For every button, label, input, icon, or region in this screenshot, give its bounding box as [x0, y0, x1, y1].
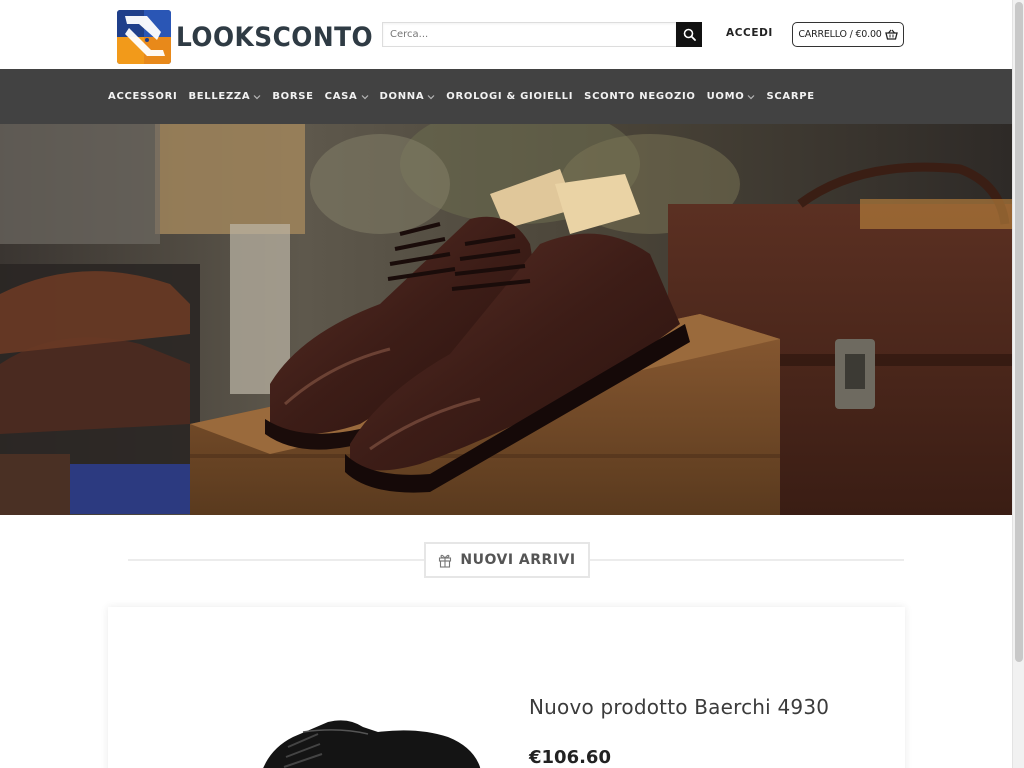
logo-mark — [117, 10, 171, 64]
nav-item-borse[interactable]: BORSE — [272, 91, 313, 102]
chevron-down-icon — [427, 94, 435, 99]
nav-item-uomo[interactable]: UOMO — [707, 91, 756, 102]
search-button[interactable] — [676, 22, 702, 47]
product-shoe-image[interactable] — [248, 712, 488, 768]
nav-item-label: CASA — [324, 91, 358, 102]
hero-shoes-image — [0, 124, 1012, 515]
search-form — [382, 22, 702, 47]
basket-icon — [884, 29, 898, 40]
chevron-down-icon — [361, 94, 368, 99]
chevron-down-icon — [253, 94, 261, 99]
search-icon — [683, 28, 696, 41]
cart-label: CARRELLO / €0.00 — [798, 29, 882, 40]
scrollbar-thumb[interactable] — [1015, 2, 1023, 662]
nav-item-label: ACCESSORI — [108, 91, 178, 102]
product-title[interactable]: Nuovo prodotto Baerchi 4930 — [529, 695, 829, 719]
hero-banner[interactable] — [0, 124, 1012, 515]
logo[interactable]: LOOKSCONTO — [117, 10, 390, 64]
nav-item-label: BELLEZZA — [188, 91, 251, 102]
cart-button[interactable]: CARRELLO / €0.00 — [792, 22, 904, 47]
nav-item-casa[interactable]: CASA — [325, 91, 369, 102]
main-nav: ACCESSORI BELLEZZA BORSE CASA DONNA OROL… — [0, 69, 1012, 124]
nav-item-label: SCARPE — [766, 91, 815, 102]
logo-text: LOOKSCONTO — [176, 21, 374, 53]
search-input[interactable] — [382, 22, 676, 47]
nav-item-orologi-gioielli[interactable]: OROLOGI & GIOIELLI — [446, 91, 573, 102]
nav-item-sconto-negozio[interactable]: SCONTO NEGOZIO — [584, 91, 695, 102]
nav-item-label: OROLOGI & GIOIELLI — [446, 91, 574, 102]
nav-item-bellezza[interactable]: BELLEZZA — [188, 91, 261, 102]
nav-item-label: DONNA — [379, 91, 425, 102]
nav-item-accessori[interactable]: ACCESSORI — [108, 91, 177, 102]
product-price: €106.60 — [529, 747, 611, 768]
gift-icon — [439, 554, 452, 568]
site-header: LOOKSCONTO ACCEDI CARRELLO / €0.00 — [0, 0, 1012, 69]
login-link[interactable]: ACCEDI — [726, 27, 773, 39]
nav-item-scarpe[interactable]: SCARPE — [766, 91, 814, 102]
nav-item-donna[interactable]: DONNA — [380, 91, 436, 102]
section-title-text: NUOVI ARRIVI — [460, 552, 576, 568]
product-card[interactable]: Nuovo prodotto Baerchi 4930 €106.60 — [108, 607, 905, 768]
scrollbar[interactable] — [1012, 0, 1024, 768]
nav-item-label: BORSE — [272, 91, 314, 102]
nav-list: ACCESSORI BELLEZZA BORSE CASA DONNA OROL… — [108, 69, 826, 124]
nav-item-label: UOMO — [706, 91, 745, 102]
section-title: NUOVI ARRIVI — [424, 542, 590, 578]
nav-item-label: SCONTO NEGOZIO — [584, 91, 696, 102]
chevron-down-icon — [748, 94, 755, 99]
